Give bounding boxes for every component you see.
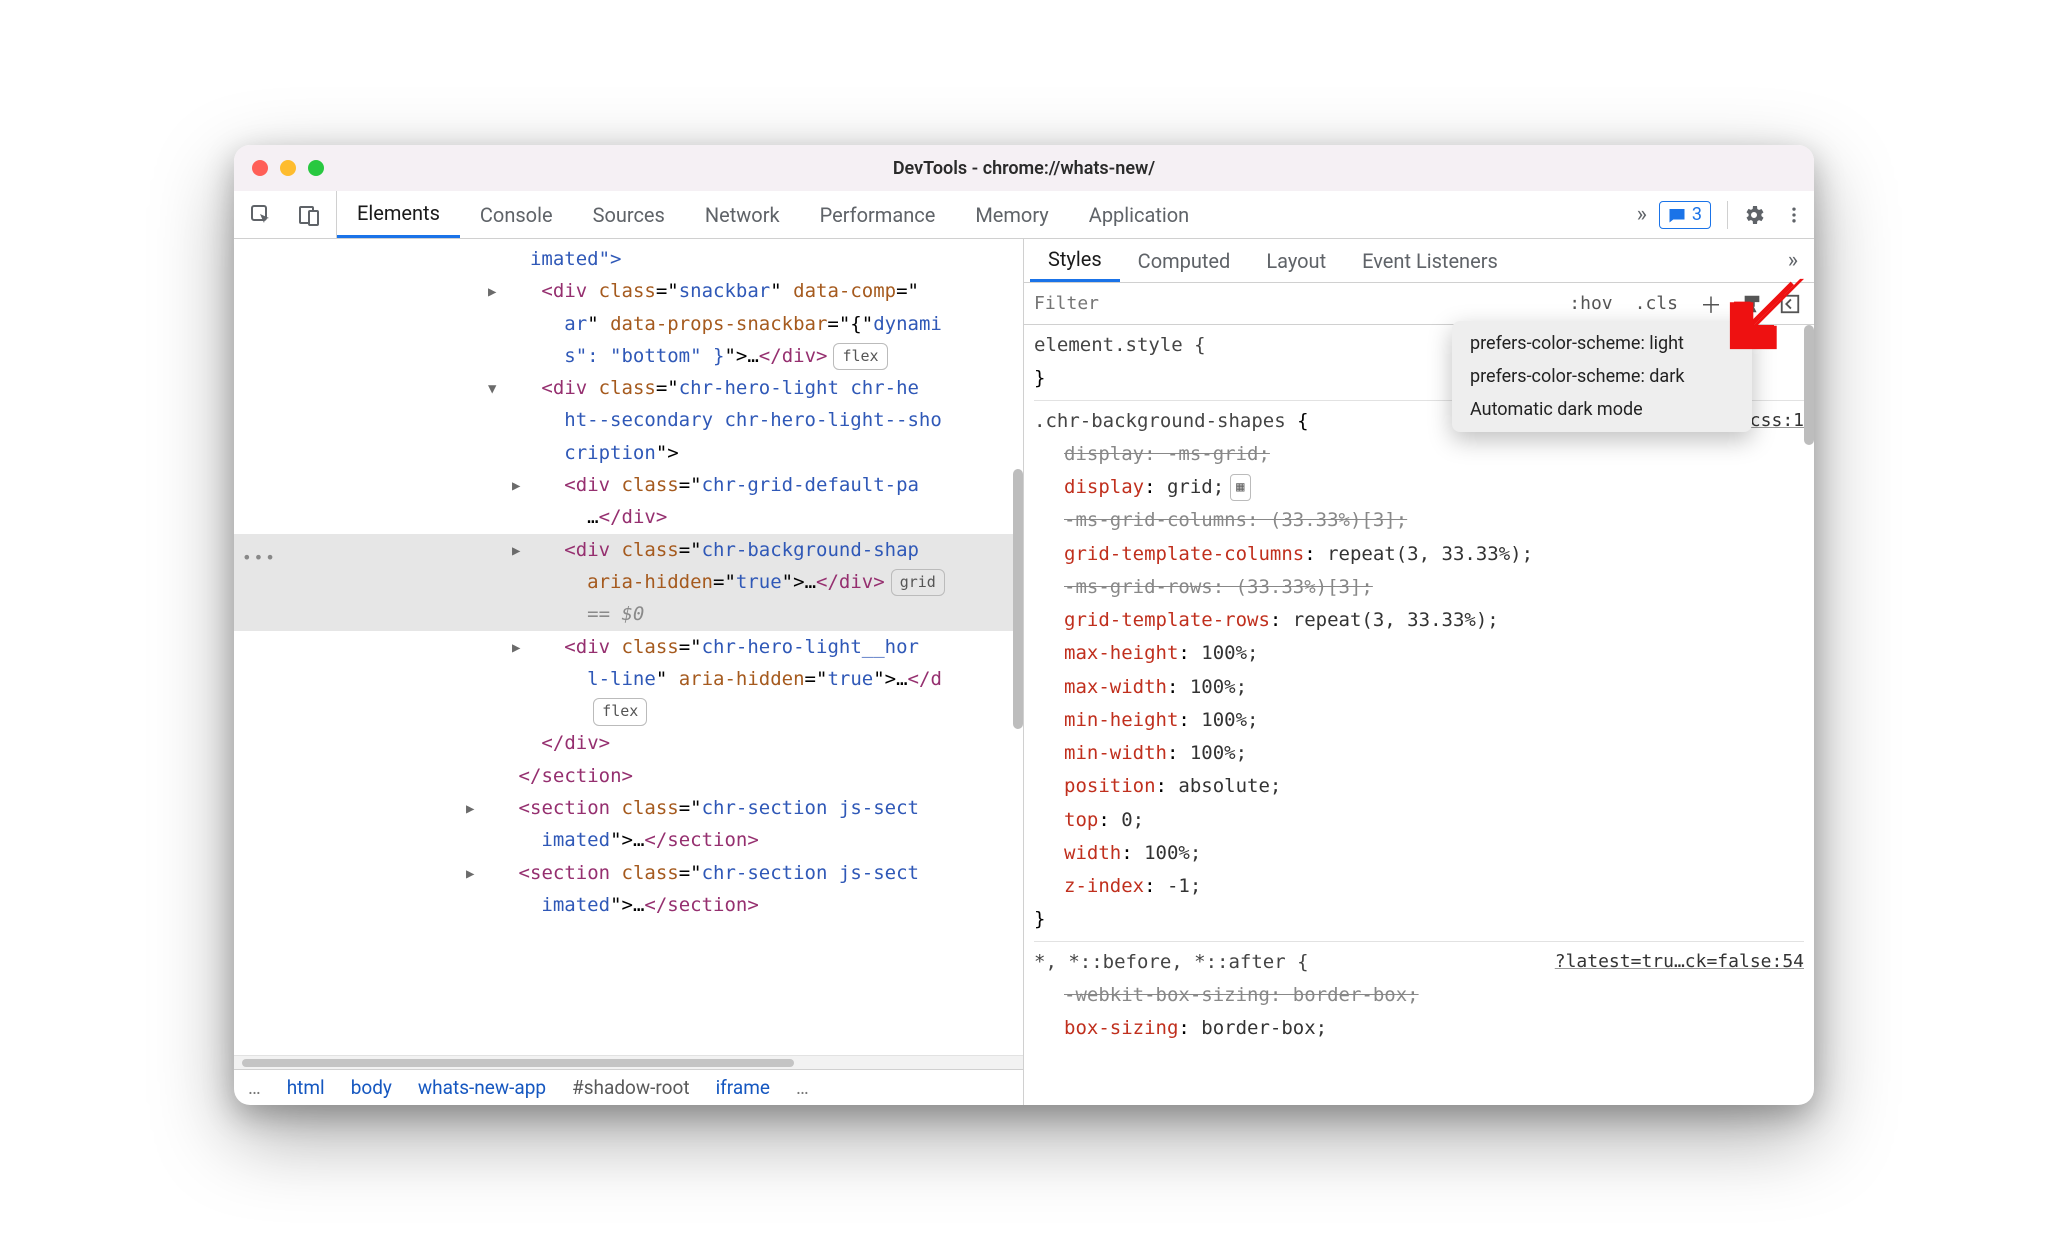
dom-line: imated"> [234,243,1023,275]
vertical-scrollbar[interactable] [1804,325,1814,445]
breadcrumb-item[interactable]: iframe [716,1076,770,1099]
minimize-window-button[interactable] [280,160,296,176]
panes: imated"> ▶ <div class="snackbar" data-co… [234,239,1814,1105]
close-window-button[interactable] [252,160,268,176]
css-property[interactable]: min-width: 100%; [1034,737,1804,770]
tab-network[interactable]: Network [685,191,800,238]
dom-line: </div> [234,727,1023,759]
tab-event-listeners[interactable]: Event Listeners [1344,239,1516,282]
dom-line: imated">…</section> [234,889,1023,921]
dom-line: ▶ <div class="chr-hero-light__hor [234,631,1023,663]
css-rule: .css:1 .chr-background-shapes { display:… [1034,400,1804,937]
dom-line: ar" data-props-snackbar="{"dynami [234,308,1023,340]
breadcrumb-item[interactable]: #shadow-root [572,1076,690,1099]
breadcrumb-item[interactable]: whats-new-app [418,1076,546,1099]
horizontal-scrollbar-track[interactable] [234,1055,1023,1069]
tab-performance[interactable]: Performance [800,191,956,238]
css-property[interactable]: min-height: 100%; [1034,704,1804,737]
css-property[interactable]: z-index: -1; [1034,870,1804,903]
css-property[interactable]: display: -ms-grid; [1034,438,1804,471]
more-options-icon[interactable] [1774,205,1814,225]
dom-line: l-line" aria-hidden="true">…</d [234,663,1023,695]
css-property[interactable]: grid-template-columns: repeat(3, 33.33%)… [1034,538,1804,571]
breadcrumb-more-left[interactable]: … [248,1076,261,1099]
window-controls [252,160,324,176]
inspect-icon[interactable] [248,202,274,228]
dom-line: ▶ <section class="chr-section js-sect [234,857,1023,889]
breadcrumb-item[interactable]: body [351,1076,392,1099]
color-scheme-dropdown: prefers-color-scheme: light prefers-colo… [1452,321,1752,432]
dom-line: </section> [234,760,1023,792]
dropdown-item[interactable]: prefers-color-scheme: light [1452,327,1752,360]
zoom-window-button[interactable] [308,160,324,176]
cls-toggle[interactable]: .cls [1629,293,1684,314]
dom-line: ▶ <div class="snackbar" data-comp=" [234,275,1023,307]
settings-icon[interactable] [1734,203,1774,227]
css-property[interactable]: max-width: 100%; [1034,671,1804,704]
styles-filter-input[interactable] [1034,293,1553,314]
horizontal-scrollbar-thumb[interactable] [242,1059,794,1067]
css-property[interactable]: top: 0; [1034,804,1804,837]
hov-toggle[interactable]: :hov [1563,293,1618,314]
toolbar-divider [1727,201,1728,229]
dom-line: flex [234,695,1023,727]
styles-rules[interactable]: element.style { } .css:1 .chr-background… [1024,325,1814,1105]
css-rule: ?latest=tru…ck=false:54 *, *::before, *:… [1034,941,1804,1046]
dom-line: ▼ <div class="chr-hero-light chr-he [234,372,1023,404]
dom-line-selected: aria-hidden="true">…</div>grid [234,566,1023,598]
devtools-window: DevTools - chrome://whats-new/ Elements … [234,145,1814,1105]
css-property[interactable]: width: 100%; [1034,837,1804,870]
dom-line: ▶ <div class="chr-grid-default-pa [234,469,1023,501]
tab-computed[interactable]: Computed [1120,239,1249,282]
issues-badge[interactable]: 3 [1659,201,1711,229]
css-property[interactable]: -ms-grid-columns: (33.33%)[3]; [1034,504,1804,537]
dom-line-selected: •••▶ <div class="chr-background-shap [234,534,1023,566]
styles-pane: Styles Computed Layout Event Listeners »… [1024,239,1814,1105]
tab-application[interactable]: Application [1069,191,1209,238]
css-property[interactable]: grid-template-rows: repeat(3, 33.33%); [1034,604,1804,637]
dom-line: s": "bottom" }">…</div>flex [234,340,1023,372]
issues-count: 3 [1692,204,1702,225]
toggle-computed-sidebar-icon[interactable] [1776,290,1804,318]
panel-tabs: Elements Console Sources Network Perform… [337,191,1209,238]
tab-styles[interactable]: Styles [1030,239,1120,282]
tab-sources[interactable]: Sources [573,191,685,238]
styles-filter-row: :hov .cls ＋ [1024,283,1814,325]
dom-tree[interactable]: imated"> ▶ <div class="snackbar" data-co… [234,239,1023,1055]
css-property[interactable]: -ms-grid-rows: (33.33%)[3]; [1034,571,1804,604]
tab-layout[interactable]: Layout [1248,239,1344,282]
dom-line: …</div> [234,501,1023,533]
new-style-rule-button[interactable]: ＋ [1694,288,1728,320]
dropdown-item[interactable]: prefers-color-scheme: dark [1452,360,1752,393]
elements-pane: imated"> ▶ <div class="snackbar" data-co… [234,239,1024,1105]
tab-memory[interactable]: Memory [955,191,1068,238]
breadcrumb-item[interactable]: html [287,1076,325,1099]
dom-line: cription"> [234,437,1023,469]
css-property[interactable]: position: absolute; [1034,770,1804,803]
more-tabs-icon[interactable]: » [1625,202,1659,227]
css-property[interactable]: max-height: 100%; [1034,637,1804,670]
breadcrumb: … html body whats-new-app #shadow-root i… [234,1069,1023,1105]
dom-line: ▶ <section class="chr-section js-sect [234,792,1023,824]
rendering-emulations-icon[interactable] [1738,290,1766,318]
dropdown-item[interactable]: Automatic dark mode [1452,393,1752,426]
css-property[interactable]: display: grid;▦ [1034,471,1804,504]
css-property[interactable]: -webkit-box-sizing: border-box; [1034,979,1804,1012]
dom-line-selected: == $0 [234,598,1023,630]
titlebar: DevTools - chrome://whats-new/ [234,145,1814,191]
styles-tabs: Styles Computed Layout Event Listeners » [1024,239,1814,283]
tab-elements[interactable]: Elements [337,191,460,238]
window-title: DevTools - chrome://whats-new/ [234,158,1814,179]
device-toolbar-icon[interactable] [296,202,322,228]
css-property[interactable]: box-sizing: border-box; [1034,1012,1804,1045]
grid-badge-icon[interactable]: ▦ [1230,474,1250,501]
dom-line: imated">…</section> [234,824,1023,856]
dom-line: ht--secondary chr-hero-light--sho [234,404,1023,436]
breadcrumb-more-right[interactable]: … [796,1076,809,1099]
main-toolbar: Elements Console Sources Network Perform… [234,191,1814,239]
tab-console[interactable]: Console [460,191,573,238]
vertical-scrollbar[interactable] [1013,469,1023,729]
rule-source-link[interactable]: ?latest=tru…ck=false:54 [1555,946,1804,978]
more-styles-tabs-icon[interactable]: » [1782,248,1804,273]
